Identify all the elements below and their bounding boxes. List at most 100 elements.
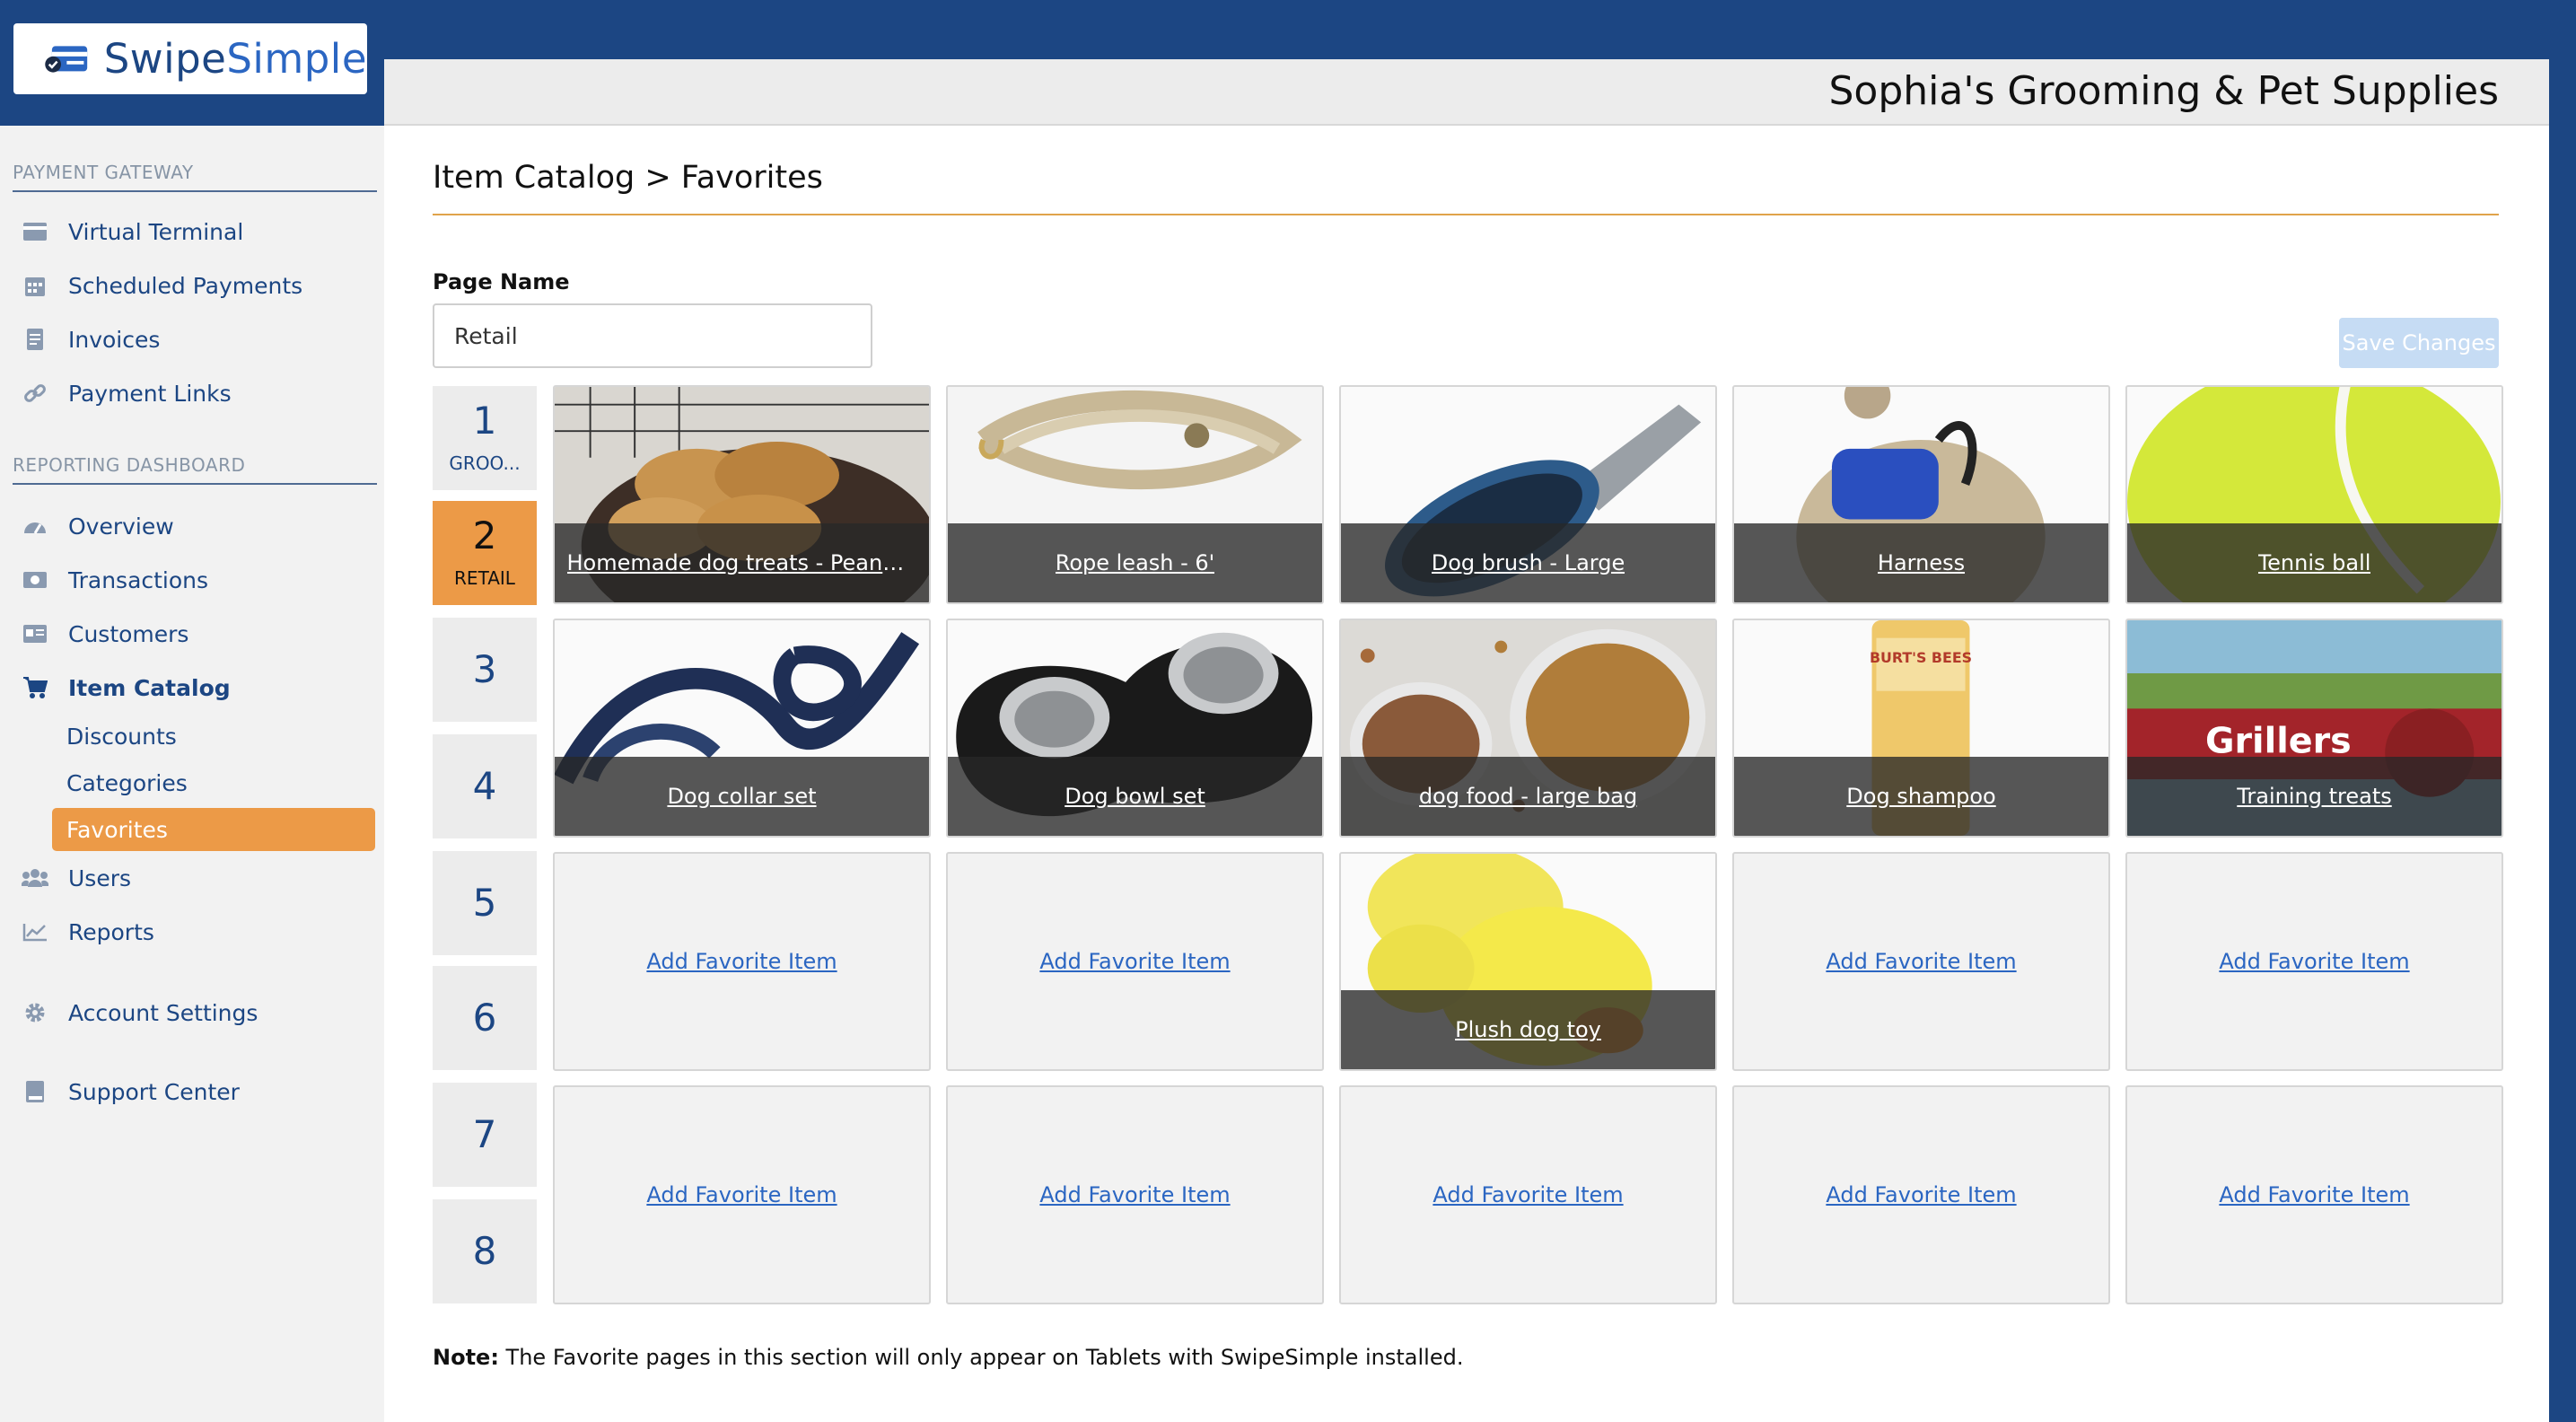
favorites-note: Note: The Favorite pages in this section…	[433, 1345, 1464, 1370]
add-favorite-tile[interactable]: Add Favorite Item	[1732, 1085, 2110, 1304]
sidebar-subitem-favorites[interactable]: Favorites	[52, 808, 375, 851]
page-tab-1[interactable]: 1 GROO...	[433, 386, 537, 490]
add-favorite-item-link[interactable]: Add Favorite Item	[1039, 1182, 1230, 1207]
add-favorite-item-link[interactable]: Add Favorite Item	[1039, 949, 1230, 974]
tile-label[interactable]: Dog bowl set	[1065, 784, 1205, 809]
sidebar-item-scheduled-payments[interactable]: Scheduled Payments	[22, 266, 302, 305]
add-favorite-item-link[interactable]: Add Favorite Item	[1826, 949, 2016, 974]
sidebar-item-label: Overview	[68, 513, 174, 540]
dashboard-icon	[22, 513, 48, 540]
sidebar-item-label: Virtual Terminal	[68, 218, 244, 245]
sidebar-item-reports[interactable]: Reports	[22, 912, 154, 952]
add-favorite-tile[interactable]: Add Favorite Item	[1339, 1085, 1717, 1304]
page-tab-2[interactable]: 2 RETAIL	[433, 501, 537, 605]
sidebar-item-label: Users	[68, 865, 132, 891]
chart-icon	[22, 918, 48, 945]
sidebar-item-item-catalog[interactable]: Item Catalog	[22, 668, 231, 707]
sidebar-item-label: Payment Links	[68, 380, 232, 407]
favorite-tile-dog-bowl-set[interactable]: Dog bowl set	[946, 619, 1324, 838]
page-name-input[interactable]	[433, 303, 872, 368]
sidebar-item-label: Scheduled Payments	[68, 272, 303, 299]
sidebar-item-payment-links[interactable]: Payment Links	[22, 373, 232, 413]
sidebar-subitem-discounts[interactable]: Discounts	[52, 715, 375, 758]
tile-label[interactable]: Dog collar set	[667, 784, 816, 809]
add-favorite-tile[interactable]: Add Favorite Item	[946, 852, 1324, 1071]
swipesimple-logo-icon	[45, 45, 88, 73]
add-favorite-item-link[interactable]: Add Favorite Item	[2219, 1182, 2409, 1207]
add-favorite-tile[interactable]: Add Favorite Item	[2125, 852, 2503, 1071]
sidebar-item-invoices[interactable]: Invoices	[22, 320, 160, 359]
sidebar-item-label: Account Settings	[68, 999, 258, 1026]
page-tab-4[interactable]: 4	[433, 734, 537, 838]
add-favorite-tile[interactable]: Add Favorite Item	[946, 1085, 1324, 1304]
sidebar-item-transactions[interactable]: Transactions	[22, 560, 208, 600]
page-tab-7[interactable]: 7	[433, 1083, 537, 1187]
sidebar-item-customers[interactable]: Customers	[22, 614, 188, 654]
add-favorite-tile[interactable]: Add Favorite Item	[1732, 852, 2110, 1071]
cart-icon	[22, 674, 48, 701]
add-favorite-item-link[interactable]: Add Favorite Item	[1433, 1182, 1623, 1207]
tile-label[interactable]: dog food - large bag	[1419, 784, 1637, 809]
tile-label[interactable]: Dog brush - Large	[1432, 550, 1625, 575]
add-favorite-tile[interactable]: Add Favorite Item	[553, 852, 931, 1071]
page-tab-6[interactable]: 6	[433, 966, 537, 1070]
favorite-tile-dog-collar-set[interactable]: Dog collar set	[553, 619, 931, 838]
sidebar-item-label: Item Catalog	[68, 674, 231, 701]
money-icon	[22, 566, 48, 593]
tile-label[interactable]: Plush dog toy	[1455, 1017, 1601, 1042]
gear-icon	[22, 999, 48, 1026]
favorite-tile-dog-food[interactable]: dog food - large bag	[1339, 619, 1717, 838]
main-header: Sophia's Grooming & Pet Supplies	[384, 59, 2549, 126]
sidebar-item-account-settings[interactable]: Account Settings	[22, 993, 258, 1032]
tile-label[interactable]: Training treats	[2237, 784, 2391, 809]
section-divider	[13, 483, 377, 485]
sidebar-item-label: Customers	[68, 620, 189, 647]
favorite-tile-harness[interactable]: Harness	[1732, 385, 2110, 604]
section-label-reporting-dashboard: REPORTING DASHBOARD	[13, 454, 246, 476]
link-icon	[22, 380, 48, 407]
section-divider	[13, 190, 377, 192]
calendar-icon	[22, 272, 48, 299]
credit-card-icon	[22, 218, 48, 245]
breadcrumb: Item Catalog > Favorites	[433, 160, 823, 196]
save-changes-button[interactable]: Save Changes	[2339, 318, 2499, 368]
sidebar-subitem-categories[interactable]: Categories	[52, 761, 375, 804]
users-icon	[22, 865, 48, 891]
tile-label[interactable]: Harness	[1878, 550, 1965, 575]
favorite-tile-rope-leash[interactable]: Rope leash - 6'	[946, 385, 1324, 604]
logo[interactable]: SwipeSimple	[13, 23, 367, 94]
sidebar-item-overview[interactable]: Overview	[22, 506, 174, 546]
sidebar-item-users[interactable]: Users	[22, 858, 131, 898]
favorite-tile-dog-shampoo[interactable]: BURT'S BEES Dog shampoo	[1732, 619, 2110, 838]
sidebar-item-label: Reports	[68, 918, 154, 945]
add-favorite-item-link[interactable]: Add Favorite Item	[646, 949, 837, 974]
section-label-payment-gateway: PAYMENT GATEWAY	[13, 162, 194, 183]
favorite-tile-training-treats[interactable]: Grillers Training treats	[2125, 619, 2503, 838]
add-favorite-tile[interactable]: Add Favorite Item	[2125, 1085, 2503, 1304]
add-favorite-item-link[interactable]: Add Favorite Item	[646, 1182, 837, 1207]
sidebar-item-support-center[interactable]: Support Center	[22, 1072, 240, 1111]
tile-label[interactable]: Homemade dog treats - Peanut ...	[567, 550, 917, 575]
sidebar-item-virtual-terminal[interactable]: Virtual Terminal	[22, 212, 243, 251]
page-tab-3[interactable]: 3	[433, 618, 537, 722]
sidebar-item-label: Support Center	[68, 1078, 240, 1105]
page-tab-8[interactable]: 8	[433, 1199, 537, 1304]
favorite-tile-dog-treats[interactable]: Homemade dog treats - Peanut ...	[553, 385, 931, 604]
page-name-label: Page Name	[433, 269, 570, 294]
id-card-icon	[22, 620, 48, 647]
page-tab-5[interactable]: 5	[433, 851, 537, 955]
sidebar-item-label: Transactions	[68, 566, 209, 593]
add-favorite-item-link[interactable]: Add Favorite Item	[2219, 949, 2409, 974]
add-favorite-tile[interactable]: Add Favorite Item	[553, 1085, 931, 1304]
favorite-tile-tennis-ball[interactable]: Tennis ball	[2125, 385, 2503, 604]
favorite-tile-plush-dog-toy[interactable]: Plush dog toy	[1339, 852, 1717, 1071]
favorite-tile-dog-brush[interactable]: Dog brush - Large	[1339, 385, 1717, 604]
book-icon	[22, 1078, 48, 1105]
sidebar-item-label: Invoices	[68, 326, 161, 353]
add-favorite-item-link[interactable]: Add Favorite Item	[1826, 1182, 2016, 1207]
tile-label[interactable]: Dog shampoo	[1846, 784, 1995, 809]
tile-label[interactable]: Rope leash - 6'	[1056, 550, 1215, 575]
business-name: Sophia's Grooming & Pet Supplies	[1828, 68, 2500, 114]
tile-label[interactable]: Tennis ball	[2258, 550, 2371, 575]
sidebar: SwipeSimple PAYMENT GATEWAY Virtual Term…	[0, 0, 384, 1422]
